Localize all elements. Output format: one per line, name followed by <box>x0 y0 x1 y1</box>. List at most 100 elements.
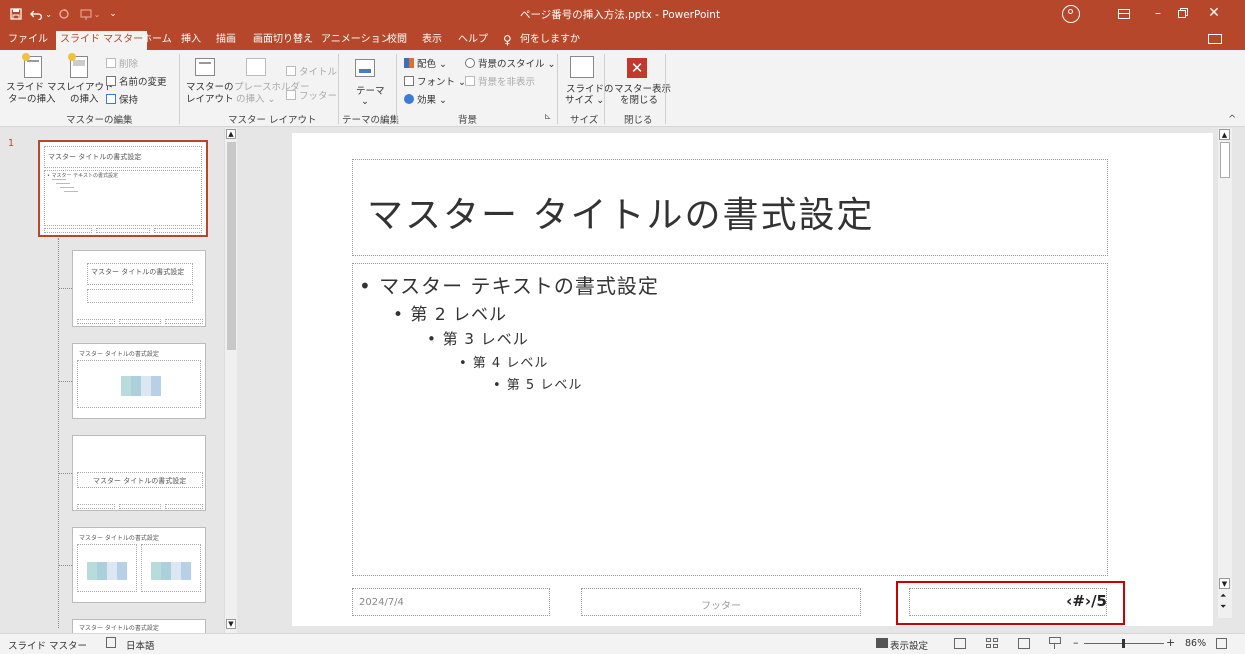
insert-layout-icon[interactable] <box>68 53 88 78</box>
body-placeholder[interactable]: • マスター テキストの書式設定 • 第 2 レベル • 第 3 レベル • 第… <box>352 263 1108 576</box>
present-icon[interactable]: ⌄ <box>76 5 104 23</box>
normal-view-icon[interactable] <box>954 638 966 649</box>
language[interactable]: 日本語 <box>126 638 155 652</box>
zoom-in-icon[interactable]: + <box>1166 636 1175 649</box>
master-layout-label-1[interactable]: マスターの <box>186 82 234 93</box>
account-avatar-icon[interactable] <box>1062 5 1080 23</box>
date-placeholder[interactable]: 2024/7/4 <box>352 588 550 616</box>
tab-home[interactable]: ホーム <box>142 31 172 49</box>
master-thumbnail[interactable]: マスター タイトルの書式設定 • マスター テキストの書式設定 <box>38 140 208 237</box>
preserve-button[interactable]: 保持 <box>106 92 138 106</box>
tab-help[interactable]: ヘルプ <box>458 31 488 49</box>
tab-animations[interactable]: アニメーション <box>321 31 391 49</box>
zoom-slider-thumb[interactable] <box>1122 639 1125 648</box>
comments-icon[interactable] <box>1208 34 1222 44</box>
slide-number-placeholder[interactable]: ‹#›/5 <box>896 581 1125 625</box>
footer-placeholder[interactable]: フッター <box>581 588 861 616</box>
redo-icon[interactable] <box>56 5 72 23</box>
group-size-label: サイズ <box>570 115 599 126</box>
tab-view[interactable]: 表示 <box>422 31 442 49</box>
rename-button[interactable]: 名前の変更 <box>106 74 167 88</box>
zoom-slider[interactable] <box>1084 639 1164 648</box>
layout-thumbnail-title[interactable]: マスター タイトルの書式設定 <box>72 250 206 327</box>
next-slide-icon[interactable]: ⏷ <box>1220 603 1226 611</box>
tab-transitions[interactable]: 画面切り替え <box>253 31 313 49</box>
layout-thumbnail-content[interactable]: マスター タイトルの書式設定 <box>72 343 206 419</box>
insert-placeholder-icon[interactable] <box>246 58 266 76</box>
hide-background-label: 背景を非表示 <box>478 77 536 88</box>
themes-icon[interactable] <box>355 59 375 77</box>
insert-placeholder-label-2[interactable]: の挿入 ⌄ <box>236 94 275 105</box>
display-settings-icon[interactable] <box>876 638 888 648</box>
display-settings-label[interactable]: 表示設定 <box>890 638 928 652</box>
restore-icon[interactable] <box>1178 8 1189 19</box>
accessibility-icon[interactable] <box>106 637 116 648</box>
zoom-level[interactable]: 86% <box>1185 638 1206 649</box>
tab-insert[interactable]: 挿入 <box>181 31 201 49</box>
close-master-view-label-1[interactable]: マスター表示 <box>614 84 671 95</box>
ribbon-separator <box>396 54 397 124</box>
effects-button[interactable]: 効果 ⌄ <box>404 92 447 106</box>
ribbon-display-icon[interactable] <box>1118 9 1130 19</box>
thumbnail-title: マスター タイトルの書式設定 <box>79 351 159 358</box>
level-4-text: • 第 4 レベル <box>459 356 549 371</box>
slide-canvas[interactable]: マスター タイトルの書式設定 • マスター テキストの書式設定 • 第 2 レベ… <box>292 133 1213 626</box>
save-icon[interactable] <box>8 5 24 23</box>
insert-slide-master-label-1[interactable]: スライド マス <box>6 82 66 93</box>
colors-button[interactable]: 配色 ⌄ <box>404 56 447 70</box>
editor-scroll-thumb[interactable] <box>1220 142 1230 178</box>
tab-slide-master[interactable]: スライド マスター <box>56 31 148 50</box>
layout-thumbnail-comparison[interactable]: マスター タイトルの書式設定 <box>72 619 206 633</box>
title-checkbox[interactable]: タイトル <box>286 64 337 78</box>
scroll-up-icon[interactable]: ▲ <box>226 129 236 139</box>
previous-slide-icon[interactable]: ⏶ <box>1220 592 1226 600</box>
fit-to-window-icon[interactable] <box>1216 638 1227 649</box>
title-placeholder[interactable]: マスター タイトルの書式設定 <box>352 159 1108 256</box>
fonts-button[interactable]: フォント ⌄ <box>404 74 466 88</box>
tell-me-search[interactable]: 何をしますか <box>520 31 580 49</box>
scroll-down-icon[interactable]: ▼ <box>1219 578 1230 589</box>
editor-scrollbar[interactable]: ▲ ▼ ⏶ ⏷ <box>1218 128 1232 618</box>
slide-size-label-1[interactable]: スライドの <box>566 84 614 95</box>
reading-view-icon[interactable] <box>1018 638 1030 649</box>
minimize-icon[interactable]: – <box>1152 7 1164 19</box>
dialog-launcher-icon[interactable]: ⊾ <box>544 112 552 122</box>
slide-sorter-icon[interactable] <box>986 638 998 649</box>
themes-dropdown-icon[interactable]: ⌄ <box>361 96 369 107</box>
insert-slide-master-label-2[interactable]: ターの挿入 <box>8 94 56 105</box>
level-5-text: • 第 5 レベル <box>493 378 583 393</box>
insert-layout-label-2[interactable]: の挿入 <box>70 94 99 105</box>
background-styles-label: 背景のスタイル ⌄ <box>478 59 556 70</box>
ribbon: スライド マス ターの挿入 レイアウト の挿入 削除 名前の変更 保持 マスター… <box>0 50 1245 127</box>
slide-size-icon[interactable] <box>570 56 594 78</box>
footer-checkbox[interactable]: フッター <box>286 88 337 102</box>
tab-review[interactable]: 校閲 <box>387 31 407 49</box>
layout-thumbnail-section[interactable]: マスター タイトルの書式設定 <box>72 435 206 511</box>
master-layout-icon[interactable] <box>195 58 215 76</box>
delete-button[interactable]: 削除 <box>106 56 138 70</box>
undo-icon[interactable]: ⌄ <box>30 5 52 23</box>
view-name: スライド マスター <box>8 641 88 652</box>
insert-slide-master-icon[interactable] <box>22 53 42 78</box>
layout-thumbnail-two-content[interactable]: マスター タイトルの書式設定 <box>72 527 206 603</box>
scroll-down-icon[interactable]: ▼ <box>226 619 236 629</box>
slide-size-label-2[interactable]: サイズ ⌄ <box>565 95 604 106</box>
customize-qat-icon[interactable]: ⌄ <box>108 5 118 23</box>
tab-draw[interactable]: 描画 <box>216 31 236 49</box>
collapse-ribbon-icon[interactable]: ^ <box>1228 114 1236 125</box>
close-master-view-icon[interactable]: ✕ <box>627 58 647 78</box>
close-window-icon[interactable]: ✕ <box>1207 5 1221 21</box>
panel-scroll-thumb[interactable] <box>227 142 236 350</box>
background-styles-button[interactable]: 背景のスタイル ⌄ <box>465 56 555 70</box>
tab-file[interactable]: ファイル <box>8 31 48 49</box>
slideshow-icon[interactable] <box>1049 637 1061 649</box>
scroll-up-icon[interactable]: ▲ <box>1219 129 1230 140</box>
master-layout-label-2[interactable]: レイアウト <box>186 94 234 105</box>
lightbulb-icon[interactable]: ♀ <box>503 31 512 49</box>
close-master-view-label-2[interactable]: を閉じる <box>620 95 658 106</box>
zoom-out-icon[interactable]: – <box>1073 636 1079 649</box>
rename-label: 名前の変更 <box>119 77 167 88</box>
hide-background-checkbox[interactable]: 背景を非表示 <box>465 74 535 88</box>
ribbon-separator <box>557 54 558 124</box>
panel-scrollbar[interactable]: ▲ ▼ <box>224 128 237 633</box>
